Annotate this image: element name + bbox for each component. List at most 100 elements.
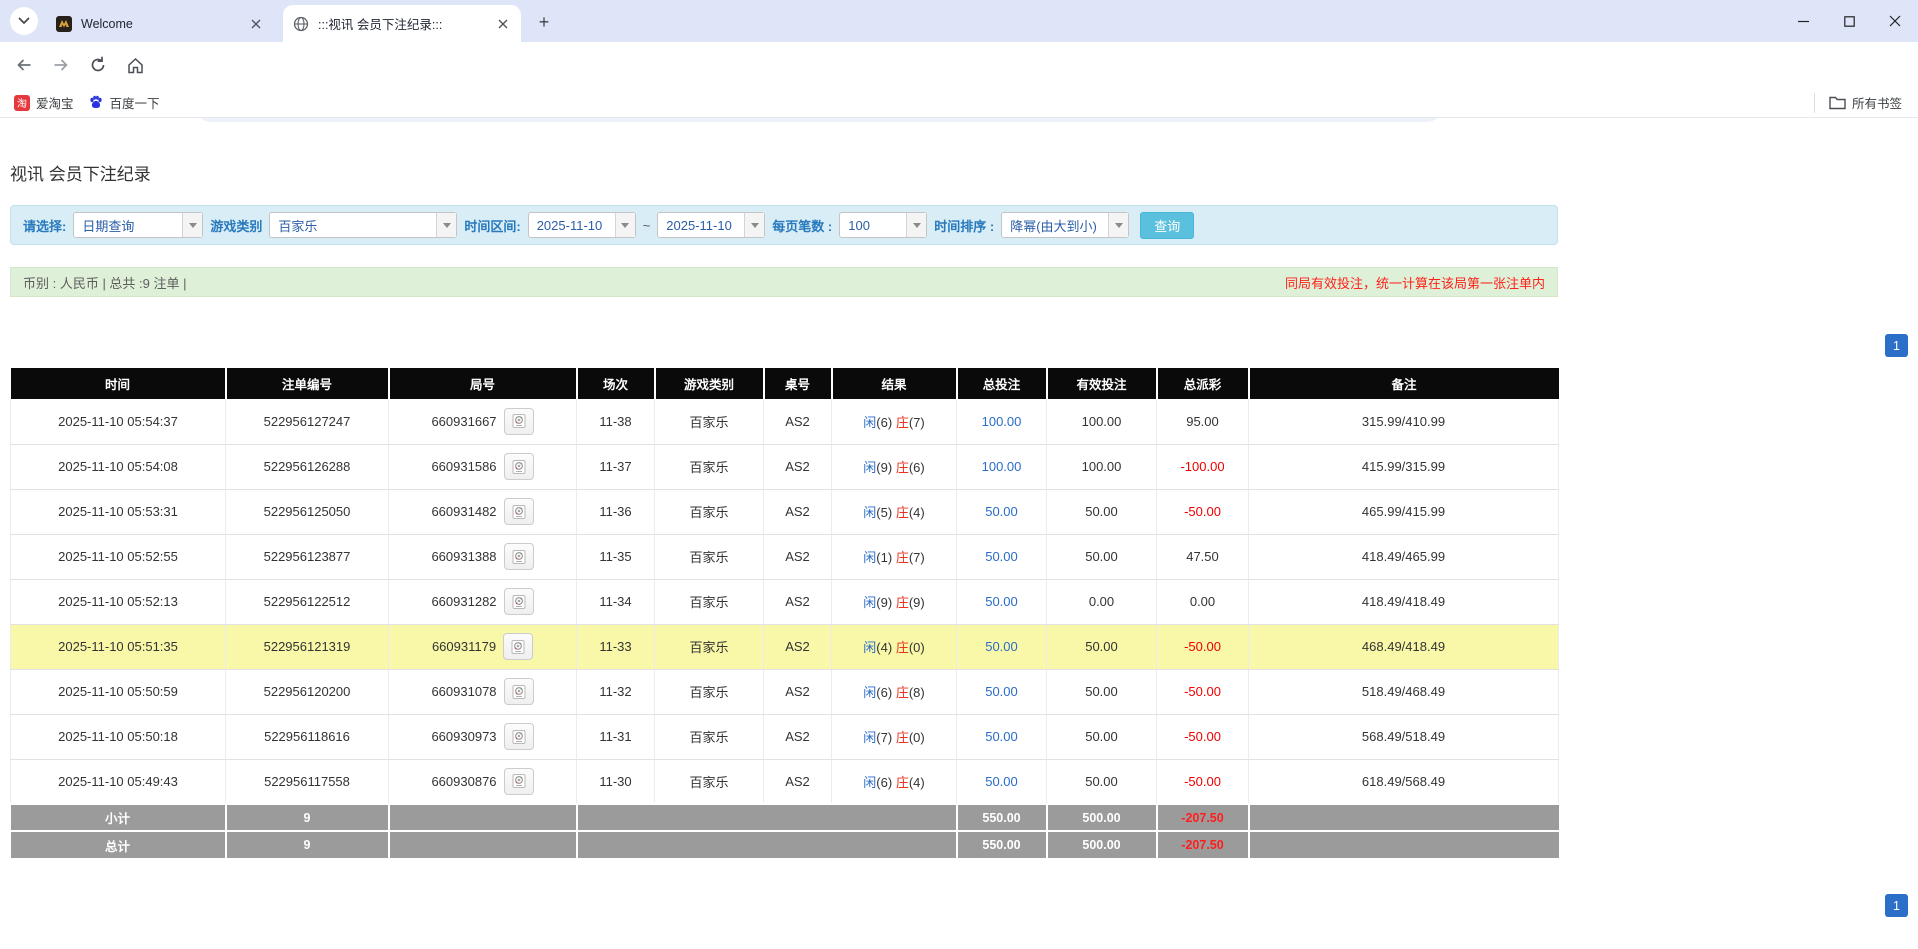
video-replay-button[interactable] bbox=[504, 453, 534, 480]
video-replay-button[interactable] bbox=[504, 588, 534, 615]
total-label: 总计 bbox=[11, 831, 226, 858]
close-window-button[interactable] bbox=[1872, 0, 1918, 42]
pagination-page-1-top[interactable]: 1 bbox=[1885, 334, 1908, 357]
game-type-select[interactable]: 百家乐 bbox=[269, 212, 457, 238]
cell-game-type: 百家乐 bbox=[655, 714, 764, 759]
chevron-down-icon[interactable] bbox=[906, 213, 926, 237]
cell-payout: -50.00 bbox=[1157, 624, 1249, 669]
cell-round-id: 660930973 bbox=[389, 714, 577, 759]
chevron-down-icon[interactable] bbox=[182, 213, 202, 237]
cell-game-type: 百家乐 bbox=[655, 489, 764, 534]
cell-remark: 568.49/518.49 bbox=[1249, 714, 1559, 759]
sort-select[interactable]: 降幂(由大到小) bbox=[1001, 212, 1129, 238]
video-replay-button[interactable] bbox=[504, 723, 534, 750]
result-player-score: (9) bbox=[876, 595, 892, 610]
bookmark-taobao[interactable]: 淘 爱淘宝 bbox=[14, 93, 74, 112]
cell-total-bet[interactable]: 50.00 bbox=[957, 669, 1047, 714]
page-size-label: 每页笔数 : bbox=[772, 216, 832, 235]
chevron-down-icon[interactable] bbox=[436, 213, 456, 237]
video-replay-button[interactable] bbox=[503, 633, 533, 660]
cell-total-bet[interactable]: 50.00 bbox=[957, 759, 1047, 804]
video-replay-button[interactable] bbox=[504, 498, 534, 525]
cell-round-id: 660931667 bbox=[389, 399, 577, 444]
maximize-icon bbox=[1844, 16, 1855, 27]
cell-total-bet[interactable]: 100.00 bbox=[957, 444, 1047, 489]
chevron-down-icon[interactable] bbox=[1108, 213, 1128, 237]
chevron-down-icon[interactable] bbox=[615, 213, 635, 237]
chevron-down-icon[interactable] bbox=[744, 213, 764, 237]
pagination-page-1-bottom[interactable]: 1 bbox=[1885, 894, 1908, 917]
video-replay-button[interactable] bbox=[504, 543, 534, 570]
search-button[interactable]: 查询 bbox=[1140, 212, 1194, 239]
cell-bet-id: 522956117558 bbox=[226, 759, 389, 804]
tab-betrecord[interactable]: :::视讯 会员下注纪录::: bbox=[283, 5, 521, 42]
cell-table-no: AS2 bbox=[764, 534, 832, 579]
result-banker-label: 庄 bbox=[896, 775, 909, 790]
reload-button[interactable] bbox=[82, 49, 114, 81]
home-button[interactable] bbox=[119, 49, 151, 81]
round-id-value: 660931667 bbox=[431, 414, 496, 429]
chevron-down-icon bbox=[18, 17, 30, 25]
total-payout: -207.50 bbox=[1157, 831, 1249, 858]
cell-session: 11-37 bbox=[577, 444, 655, 489]
result-player-score: (4) bbox=[876, 640, 892, 655]
cell-total-bet[interactable]: 50.00 bbox=[957, 714, 1047, 759]
subtotal-row: 小计 9 550.00 500.00 -207.50 bbox=[11, 804, 1559, 831]
video-replay-button[interactable] bbox=[504, 678, 534, 705]
cell-game-type: 百家乐 bbox=[655, 624, 764, 669]
cell-total-bet[interactable]: 50.00 bbox=[957, 579, 1047, 624]
minimize-button[interactable] bbox=[1780, 0, 1826, 42]
cell-valid-bet: 0.00 bbox=[1047, 579, 1157, 624]
total-empty-remark bbox=[1249, 831, 1559, 858]
back-button[interactable] bbox=[8, 49, 40, 81]
cell-result: 闲(9) 庄(9) bbox=[832, 579, 957, 624]
cell-payout: 0.00 bbox=[1157, 579, 1249, 624]
folder-icon bbox=[1829, 95, 1846, 110]
date-from-input[interactable]: 2025-11-10 bbox=[528, 212, 636, 238]
cell-remark: 465.99/415.99 bbox=[1249, 489, 1559, 534]
bookmark-baidu[interactable]: 百度一下 bbox=[88, 93, 160, 112]
cell-remark: 315.99/410.99 bbox=[1249, 399, 1559, 444]
cell-result: 闲(6) 庄(7) bbox=[832, 399, 957, 444]
cell-total-bet[interactable]: 50.00 bbox=[957, 624, 1047, 669]
page-size-select[interactable]: 100 bbox=[839, 212, 927, 238]
cell-total-bet[interactable]: 100.00 bbox=[957, 399, 1047, 444]
tab-close-button[interactable] bbox=[248, 16, 264, 32]
tab-search-button[interactable] bbox=[10, 7, 38, 35]
close-icon bbox=[1889, 15, 1901, 27]
taobao-icon: 淘 bbox=[14, 95, 30, 111]
maximize-button[interactable] bbox=[1826, 0, 1872, 42]
bet-records-table: 时间 注单编号 局号 场次 游戏类别 桌号 结果 总投注 有效投注 总派彩 备注… bbox=[10, 368, 1559, 858]
cell-table-no: AS2 bbox=[764, 444, 832, 489]
tab-welcome[interactable]: Welcome bbox=[46, 5, 274, 42]
cell-total-bet[interactable]: 50.00 bbox=[957, 534, 1047, 579]
result-banker-label: 庄 bbox=[896, 415, 909, 430]
date-range-label: 时间区间: bbox=[464, 216, 520, 235]
forward-button[interactable] bbox=[45, 49, 77, 81]
video-film-icon bbox=[511, 413, 527, 429]
video-replay-button[interactable] bbox=[504, 408, 534, 435]
video-film-icon bbox=[511, 549, 527, 565]
cell-time: 2025-11-10 05:51:35 bbox=[11, 624, 226, 669]
bookmarks-bar: 淘 爱淘宝 百度一下 所有书签 bbox=[0, 88, 1918, 118]
cell-time: 2025-11-10 05:49:43 bbox=[11, 759, 226, 804]
result-player-label: 闲 bbox=[863, 730, 876, 745]
cell-payout: -100.00 bbox=[1157, 444, 1249, 489]
all-bookmarks-button[interactable]: 所有书签 bbox=[1814, 93, 1918, 113]
video-replay-button[interactable] bbox=[504, 768, 534, 795]
result-player-label: 闲 bbox=[863, 415, 876, 430]
result-banker-label: 庄 bbox=[896, 640, 909, 655]
result-banker-score: (6) bbox=[909, 460, 925, 475]
cell-table-no: AS2 bbox=[764, 759, 832, 804]
cell-game-type: 百家乐 bbox=[655, 534, 764, 579]
result-player-score: (5) bbox=[876, 505, 892, 520]
subtotal-label: 小计 bbox=[11, 804, 226, 831]
result-banker-label: 庄 bbox=[896, 685, 909, 700]
cell-total-bet[interactable]: 50.00 bbox=[957, 489, 1047, 534]
query-type-select[interactable]: 日期查询 bbox=[73, 212, 203, 238]
tab-close-button[interactable] bbox=[495, 16, 511, 32]
date-to-input[interactable]: 2025-11-10 bbox=[657, 212, 765, 238]
cell-payout: -50.00 bbox=[1157, 669, 1249, 714]
video-film-icon bbox=[511, 459, 527, 475]
new-tab-button[interactable]: + bbox=[532, 10, 556, 34]
